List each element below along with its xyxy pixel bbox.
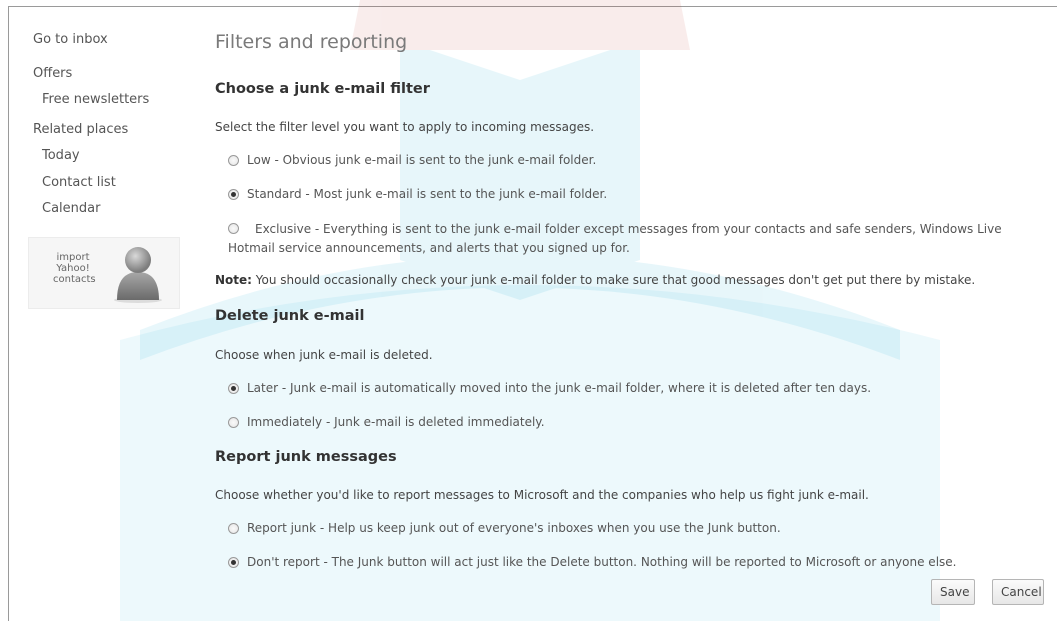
go-to-inbox-link[interactable]: Go to inbox xyxy=(33,32,108,47)
contact-avatar-icon xyxy=(114,247,162,303)
offers-heading: Offers xyxy=(33,66,73,81)
delete-description: Choose when junk e-mail is deleted. xyxy=(215,348,433,362)
filter-low-radio[interactable] xyxy=(228,154,239,166)
report-option-report-junk[interactable]: Report junk - Help us keep junk out of e… xyxy=(228,521,781,535)
import-line-3: contacts xyxy=(53,274,96,285)
delete-later-label: Later - Junk e-mail is automatically mov… xyxy=(247,381,872,395)
filter-description: Select the filter level you want to appl… xyxy=(215,120,595,134)
filter-standard-label: Standard - Most junk e-mail is sent to t… xyxy=(247,187,608,201)
note-text: You should occasionally check your junk … xyxy=(251,273,976,287)
filter-exclusive-label: Exclusive - Everything is sent to the ju… xyxy=(228,222,1002,255)
delete-immediately-label: Immediately - Junk e-mail is deleted imm… xyxy=(247,415,545,429)
filter-note: Note: You should occasionally check your… xyxy=(215,273,975,287)
note-label: Note: xyxy=(215,273,252,287)
delete-later-radio[interactable] xyxy=(228,382,239,394)
import-yahoo-contacts-banner[interactable]: import Yahoo! contacts xyxy=(28,237,180,309)
dont-report-radio[interactable] xyxy=(228,556,239,568)
import-banner-text: import Yahoo! contacts xyxy=(53,252,96,285)
page-title: Filters and reporting xyxy=(215,31,408,53)
delete-section-heading: Delete junk e-mail xyxy=(215,308,365,324)
report-section-heading: Report junk messages xyxy=(215,449,397,465)
filter-low-label: Low - Obvious junk e-mail is sent to the… xyxy=(247,153,597,167)
filter-option-standard[interactable]: Standard - Most junk e-mail is sent to t… xyxy=(228,187,607,201)
contact-list-link[interactable]: Contact list xyxy=(42,175,116,190)
delete-immediately-radio[interactable] xyxy=(228,416,239,428)
cancel-button[interactable]: Cancel xyxy=(992,579,1044,605)
delete-option-later[interactable]: Later - Junk e-mail is automatically mov… xyxy=(228,381,871,395)
filter-option-low[interactable]: Low - Obvious junk e-mail is sent to the… xyxy=(228,153,596,167)
filter-standard-radio[interactable] xyxy=(228,188,239,200)
delete-option-immediately[interactable]: Immediately - Junk e-mail is deleted imm… xyxy=(228,415,545,429)
report-option-dont-report[interactable]: Don't report - The Junk button will act … xyxy=(228,555,956,569)
today-link[interactable]: Today xyxy=(42,148,80,163)
related-places-heading: Related places xyxy=(33,122,129,137)
filter-option-exclusive[interactable]: Exclusive - Everything is sent to the ju… xyxy=(228,220,1038,258)
report-description: Choose whether you'd like to report mess… xyxy=(215,488,869,502)
report-junk-label: Report junk - Help us keep junk out of e… xyxy=(247,521,781,535)
save-button[interactable]: Save xyxy=(931,579,975,605)
dont-report-label: Don't report - The Junk button will act … xyxy=(247,555,957,569)
calendar-link[interactable]: Calendar xyxy=(42,201,100,216)
free-newsletters-link[interactable]: Free newsletters xyxy=(42,92,149,107)
report-junk-radio[interactable] xyxy=(228,522,239,534)
filter-exclusive-radio[interactable] xyxy=(228,223,239,234)
filter-section-heading: Choose a junk e-mail filter xyxy=(215,81,430,97)
import-line-1: import xyxy=(56,252,90,263)
import-line-2: Yahoo! xyxy=(56,263,90,274)
